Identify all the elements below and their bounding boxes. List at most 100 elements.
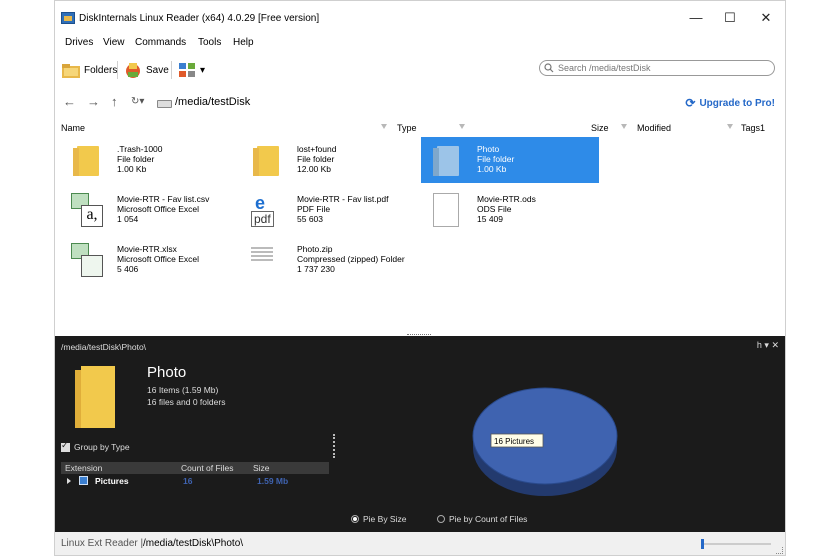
filter-icon[interactable] [727,124,733,129]
panel-items: 16 Items (1.59 Mb) [147,385,219,395]
file-size: 1 737 230 [297,264,335,274]
save-label: Save [146,64,169,76]
pie-by-count-radio[interactable]: Pie by Count of Files [437,514,527,524]
panel-path: /media/testDisk\Photo\ [61,342,147,352]
file-name: Movie-RTR - Fav list.pdf [297,194,389,204]
search-input[interactable]: Search /media/testDisk [539,60,775,76]
file-type: Compressed (zipped) Folder [297,254,405,264]
upgrade-label: Upgrade to Pro! [699,97,775,109]
file-name: Movie-RTR.ods [477,194,536,204]
header-extension[interactable]: Extension [65,463,102,473]
resize-grip-icon[interactable] [776,547,783,554]
checkbox-checked-icon [61,440,70,452]
file-type: PDF File [297,204,331,214]
pie-label: 16 Pictures [494,437,534,446]
up-icon[interactable]: ↑ [111,94,118,109]
history-icon[interactable]: ↻▾ [131,96,144,107]
panel-files-folders: 16 files and 0 folders [147,397,226,407]
file-item[interactable]: a, Movie-RTR - Fav list.csv Microsoft Off… [61,187,239,233]
file-item[interactable]: e pdf Movie-RTR - Fav list.pdf PDF File 55 … [241,187,419,233]
file-type: File folder [477,154,515,164]
file-size: 15 409 [477,214,503,224]
filter-icon[interactable] [621,124,627,129]
table-row[interactable]: Pictures 16 1.59 Mb [61,474,329,488]
folder-icon [429,141,465,179]
pdf-icon: e pdf [249,191,285,229]
file-name: Movie-RTR.xlsx [117,244,177,254]
file-size: 1.00 Kb [117,164,147,174]
panel-summary: 16 Items (1.59 Mb) 16 files and 0 folder… [147,384,225,408]
excel-icon [69,241,105,279]
menu-tools[interactable]: Tools [198,37,221,48]
filter-icon[interactable] [381,124,387,129]
panel-title: Photo [147,364,187,381]
window-title: DiskInternals Linux Reader (x64) 4.0.29 … [79,13,320,24]
toolbar-separator [117,61,118,79]
folder-icon [75,366,115,428]
app-icon [61,12,75,24]
upgrade-link[interactable]: ⟳ Upgrade to Pro! [685,96,775,110]
back-icon[interactable]: ← [63,94,76,109]
file-name: lost+found [297,144,337,154]
menu-bar: Drives View Commands Tools Help [55,35,785,51]
expand-arrow-icon[interactable] [67,478,71,484]
forward-icon[interactable]: → [87,94,100,109]
menu-view[interactable]: View [103,37,125,48]
header-count[interactable]: Count of Files [181,463,233,473]
menu-help[interactable]: Help [233,37,254,48]
group-by-label: Group by Type [74,442,130,452]
close-button[interactable]: ✕ [751,9,781,27]
column-modified[interactable]: Modified [637,123,671,133]
drive-icon [157,100,172,108]
address-path[interactable]: /media/testDisk [175,96,250,108]
panel-controls[interactable]: h ▾ ✕ [757,340,779,351]
column-headers: Name Type Size Modified Tags1 [55,121,785,135]
panel-resize-handle[interactable] [333,434,337,458]
row-extension: Pictures [95,476,129,486]
file-type: File folder [297,154,335,164]
folders-label: Folders [84,64,118,76]
file-size: 55 603 [297,214,323,224]
filter-icon[interactable] [459,124,465,129]
save-icon [123,60,143,80]
file-item[interactable]: .Trash-1000 File folder 1.00 Kb [61,137,239,183]
column-name[interactable]: Name [61,123,85,133]
row-size: 1.59 Mb [257,476,289,486]
file-item[interactable]: Movie-RTR.ods ODS File 15 409 [421,187,599,233]
file-name: .Trash-1000 [117,144,163,154]
file-item[interactable]: lost+found File folder 12.00 Kb [241,137,419,183]
header-size[interactable]: Size [253,463,270,473]
file-size: 1 054 [117,214,139,224]
column-size[interactable]: Size [591,123,609,133]
folders-button[interactable]: Folders [61,59,117,81]
status-path: /media/testDisk\Photo\ [143,538,244,549]
view-grid-icon [177,60,197,80]
picture-icon [79,476,88,485]
pie-by-size-radio[interactable]: Pie By Size [351,514,406,524]
zoom-slider-thumb[interactable] [701,539,704,549]
zoom-slider[interactable] [701,539,771,549]
column-type[interactable]: Type [397,123,417,133]
minimize-button[interactable]: — [681,9,711,27]
row-count: 16 [183,476,193,486]
view-mode-button[interactable]: ▾ [177,59,205,81]
save-button[interactable]: Save [123,59,169,81]
file-item-selected[interactable]: Photo File folder 1.00 Kb [421,137,599,183]
folders-icon [61,60,81,80]
zip-icon [249,241,285,279]
pie-by-size-label: Pie By Size [363,514,407,524]
file-item[interactable]: Photo.zip Compressed (zipped) Folder 1 737… [241,237,419,283]
menu-drives[interactable]: Drives [65,37,93,48]
view-dropdown-arrow: ▾ [200,64,206,76]
file-item[interactable]: Movie-RTR.xlsx Microsoft Office Excel 5 40… [61,237,239,283]
extension-table: Extension Count of Files Size Pictures 1… [61,462,329,488]
menu-commands[interactable]: Commands [135,37,186,48]
file-type: Microsoft Office Excel [117,204,200,214]
maximize-button[interactable]: ☐ [715,9,745,27]
group-by-type-checkbox[interactable]: Group by Type [61,440,130,452]
file-size: 1.00 Kb [477,164,507,174]
excel-csv-icon: a, [69,191,105,229]
file-name: Photo [477,144,500,154]
column-tags[interactable]: Tags1 [741,123,765,133]
file-type: Microsoft Office Excel [117,254,200,264]
